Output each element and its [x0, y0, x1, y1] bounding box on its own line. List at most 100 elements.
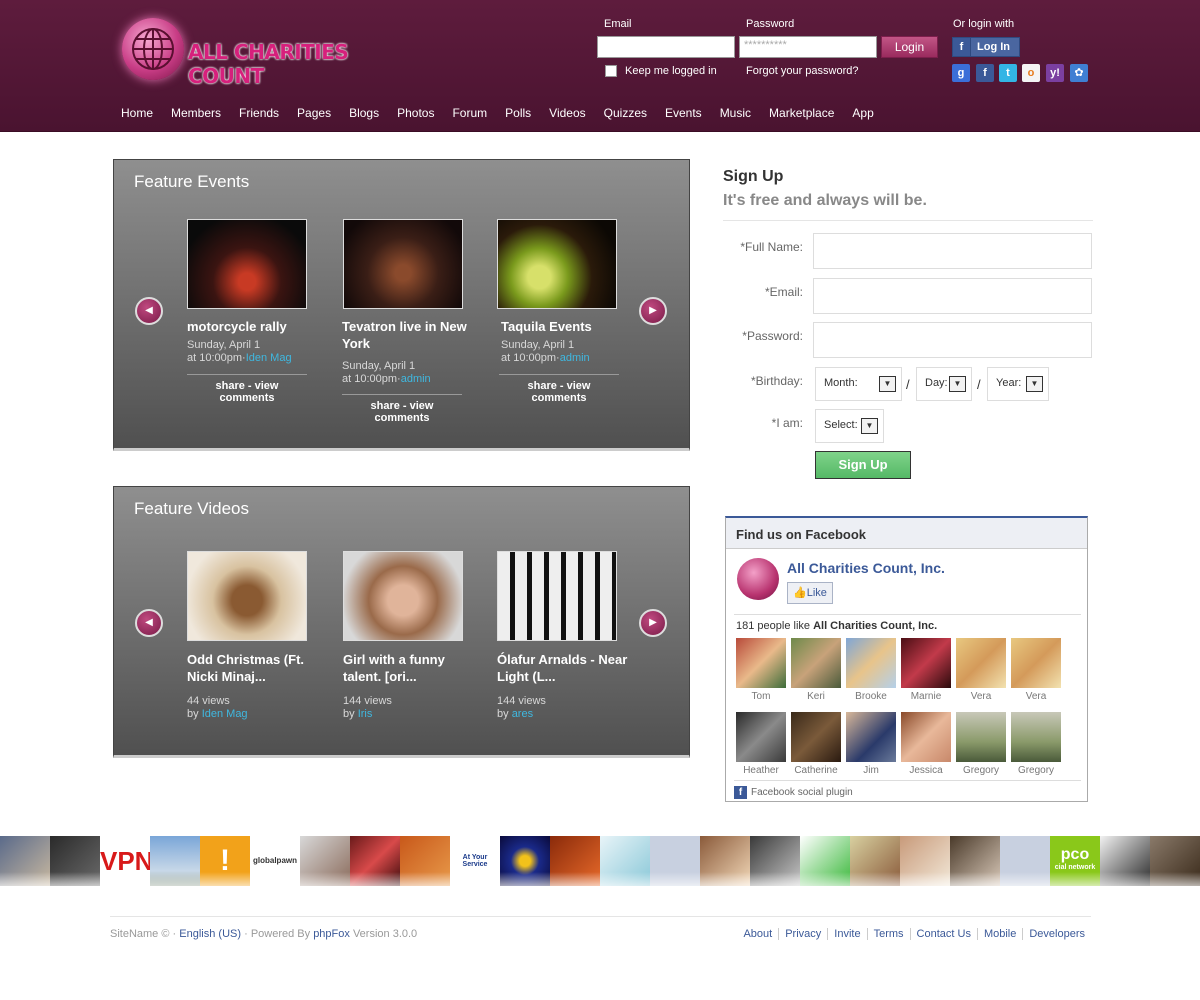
facebook-icon[interactable]: f — [976, 64, 994, 82]
member-photo[interactable]: ! — [200, 836, 250, 886]
site-logo[interactable]: ALL CHARITIES COUNT — [120, 16, 410, 88]
footer-link-developers[interactable]: Developers — [1022, 928, 1091, 940]
member-photo[interactable] — [50, 836, 100, 886]
video-title[interactable]: Girl with a funny talent. [ori... — [343, 651, 483, 685]
event-title[interactable]: motorcycle rally — [187, 318, 327, 335]
member-photo[interactable] — [1150, 836, 1200, 886]
member-photo[interactable] — [500, 836, 550, 886]
member-photo[interactable]: pco cial network — [1050, 836, 1100, 886]
footer-link-invite[interactable]: Invite — [827, 928, 866, 940]
share-view-comments[interactable]: share - view comments — [499, 374, 619, 404]
fan-avatar[interactable]: Brooke — [846, 638, 896, 702]
password-input[interactable]: ********** — [739, 36, 877, 58]
footer-link-mobile[interactable]: Mobile — [976, 928, 1022, 940]
footer-link-contact[interactable]: Contact Us — [909, 928, 977, 940]
nav-photos[interactable]: Photos — [397, 106, 434, 122]
video-title[interactable]: Odd Christmas (Ft. Nicki Minaj... — [187, 651, 327, 685]
forgot-password-link[interactable]: Forgot your password? — [746, 65, 859, 77]
member-photo[interactable] — [750, 836, 800, 886]
video-title[interactable]: Ólafur Arnalds - Near Light (L... — [497, 651, 637, 685]
video-thumb-girl-funny-talent[interactable] — [343, 551, 463, 641]
video-author[interactable]: Iris — [358, 708, 373, 720]
member-photo[interactable] — [300, 836, 350, 886]
yahoo-icon[interactable]: y! — [1046, 64, 1064, 82]
member-photo[interactable] — [1000, 836, 1050, 886]
event-thumb-taquila[interactable] — [497, 219, 617, 309]
fan-avatar[interactable]: Tom — [736, 638, 786, 702]
facebook-like-button[interactable]: 👍Like — [787, 582, 833, 604]
facebook-login-button[interactable]: f Log In — [952, 37, 1020, 57]
member-photo[interactable] — [0, 836, 50, 886]
nav-forum[interactable]: Forum — [452, 106, 487, 122]
facebook-plugin-label[interactable]: Facebook social plugin — [751, 787, 853, 798]
events-next-arrow[interactable]: ▶ — [639, 297, 667, 325]
nav-videos[interactable]: Videos — [549, 106, 585, 122]
event-author[interactable]: admin — [401, 373, 431, 385]
login-button[interactable]: Login — [881, 36, 938, 58]
share-view-comments[interactable]: share - view comments — [187, 374, 307, 404]
member-photo[interactable] — [150, 836, 200, 886]
video-thumb-odd-christmas[interactable] — [187, 551, 307, 641]
video-author[interactable]: Iden Mag — [202, 708, 248, 720]
member-photo[interactable] — [650, 836, 700, 886]
footer-link-terms[interactable]: Terms — [866, 928, 910, 940]
member-photo[interactable]: VPN — [100, 836, 150, 886]
fan-avatar[interactable]: Vera — [956, 638, 1006, 702]
signup-button[interactable]: Sign Up — [815, 451, 911, 479]
event-title[interactable]: Tevatron live in New York — [342, 318, 482, 352]
videos-prev-arrow[interactable]: ◀ — [135, 609, 163, 637]
twitter-icon[interactable]: t — [999, 64, 1017, 82]
member-photo[interactable] — [400, 836, 450, 886]
event-thumb-tevatron[interactable] — [343, 219, 463, 309]
nav-home[interactable]: Home — [121, 106, 153, 122]
page-logo[interactable] — [737, 558, 779, 600]
nav-music[interactable]: Music — [720, 106, 751, 122]
fan-avatar[interactable]: Keri — [791, 638, 841, 702]
event-title[interactable]: Taquila Events — [501, 318, 641, 335]
gender-select[interactable]: Select: ▼ — [815, 409, 884, 443]
member-photo[interactable] — [850, 836, 900, 886]
language-link[interactable]: English (US) — [179, 928, 241, 940]
birthday-day-select[interactable]: Day: ▼ — [916, 367, 972, 401]
nav-pages[interactable]: Pages — [297, 106, 331, 122]
videos-next-arrow[interactable]: ▶ — [639, 609, 667, 637]
google-icon[interactable]: g — [952, 64, 970, 82]
fan-avatar[interactable]: Vera — [1011, 638, 1061, 702]
member-photo[interactable] — [1100, 836, 1150, 886]
fan-avatar[interactable]: Heather — [736, 712, 786, 776]
nav-members[interactable]: Members — [171, 106, 221, 122]
footer-link-about[interactable]: About — [737, 928, 778, 940]
birthday-year-select[interactable]: Year: ▼ — [987, 367, 1049, 401]
video-author[interactable]: ares — [512, 708, 533, 720]
fan-avatar[interactable]: Jessica — [901, 712, 951, 776]
member-photo[interactable]: At Your Service — [450, 836, 500, 886]
events-prev-arrow[interactable]: ◀ — [135, 297, 163, 325]
member-photo[interactable] — [950, 836, 1000, 886]
windows-live-icon[interactable]: ✿ — [1070, 64, 1088, 82]
member-photo[interactable] — [800, 836, 850, 886]
keep-logged-in-checkbox[interactable] — [605, 65, 617, 77]
share-view-comments[interactable]: share - view comments — [342, 394, 462, 424]
nav-app[interactable]: App — [852, 106, 873, 122]
openid-icon[interactable]: o — [1022, 64, 1040, 82]
phpfox-link[interactable]: phpFox — [313, 928, 350, 940]
nav-polls[interactable]: Polls — [505, 106, 531, 122]
nav-blogs[interactable]: Blogs — [349, 106, 379, 122]
event-author[interactable]: admin — [560, 352, 590, 364]
fan-avatar[interactable]: Gregory — [1011, 712, 1061, 776]
member-photo[interactable] — [900, 836, 950, 886]
fan-avatar[interactable]: Gregory — [956, 712, 1006, 776]
full-name-input[interactable] — [813, 233, 1092, 269]
signup-password-input[interactable] — [813, 322, 1092, 358]
nav-events[interactable]: Events — [665, 106, 702, 122]
member-photo[interactable] — [550, 836, 600, 886]
nav-quizzes[interactable]: Quizzes — [604, 106, 647, 122]
signup-email-input[interactable] — [813, 278, 1092, 314]
footer-link-privacy[interactable]: Privacy — [778, 928, 827, 940]
event-author[interactable]: Iden Mag — [246, 352, 292, 364]
member-photo[interactable]: globalpawn — [250, 836, 300, 886]
email-input[interactable] — [597, 36, 735, 58]
facebook-page-name[interactable]: All Charities Count, Inc. — [787, 560, 945, 576]
event-thumb-motorcycle[interactable] — [187, 219, 307, 309]
birthday-month-select[interactable]: Month: ▼ — [815, 367, 902, 401]
